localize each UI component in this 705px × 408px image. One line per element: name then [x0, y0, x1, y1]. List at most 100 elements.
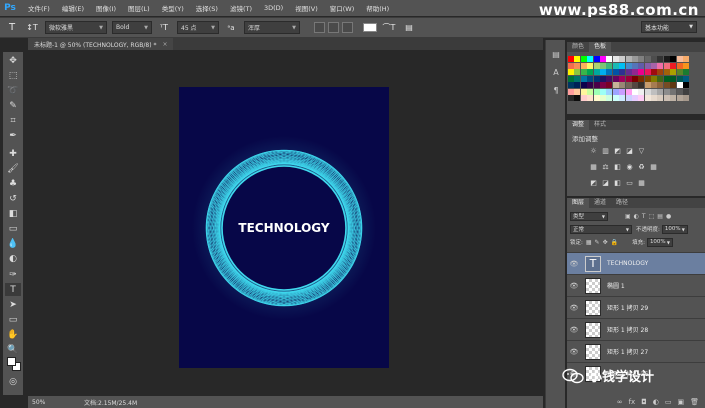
move-tool-icon[interactable]: ✥ — [5, 54, 21, 67]
color-swatch[interactable] — [670, 82, 677, 89]
layer-row[interactable]: 👁 T TECHNOLOGY — [567, 252, 705, 274]
color-swatch[interactable] — [606, 69, 613, 76]
fx-icon[interactable]: fx — [629, 398, 636, 406]
zoom-level[interactable]: 50% — [32, 399, 56, 406]
lock-position-icon[interactable]: ✥ — [603, 239, 608, 246]
type-tool-icon[interactable]: T — [4, 20, 20, 36]
color-swatch[interactable] — [676, 75, 683, 82]
color-swatch[interactable] — [606, 88, 613, 95]
color-swatch[interactable] — [587, 88, 594, 95]
color-swatch[interactable] — [574, 75, 581, 82]
color-swatch[interactable] — [612, 95, 619, 102]
color-swatch[interactable] — [657, 62, 664, 69]
tab-color[interactable]: 颜色 — [567, 42, 589, 52]
layer-row[interactable]: 👁 矩形 1 拷贝 28 — [567, 318, 705, 340]
color-swatch[interactable] — [606, 56, 613, 62]
color-swatch[interactable] — [651, 69, 658, 76]
color-swatch[interactable] — [670, 62, 677, 69]
color-swatch[interactable] — [625, 69, 632, 76]
foreground-background-colors[interactable] — [7, 357, 21, 371]
color-swatch[interactable] — [663, 69, 670, 76]
tab-channels[interactable]: 通道 — [589, 198, 611, 208]
tab-swatches[interactable]: 色板 — [589, 42, 612, 52]
color-swatch[interactable] — [651, 62, 658, 69]
dodge-tool-icon[interactable]: ◐ — [5, 252, 21, 265]
menu-window[interactable]: 窗口(W) — [324, 3, 361, 13]
new-layer-icon[interactable]: ▣ — [677, 398, 684, 406]
color-swatch[interactable] — [568, 62, 574, 69]
color-swatch[interactable] — [644, 56, 651, 62]
channel-mixer-icon[interactable]: ♻ — [637, 162, 646, 171]
color-swatch[interactable] — [651, 75, 658, 82]
color-swatch[interactable] — [619, 95, 626, 102]
color-swatch[interactable] — [599, 95, 606, 102]
menu-select[interactable]: 选择(S) — [190, 3, 224, 13]
color-swatch[interactable] — [638, 69, 645, 76]
color-swatch[interactable] — [683, 62, 690, 69]
color-swatch[interactable] — [670, 69, 677, 76]
color-swatch[interactable] — [663, 88, 670, 95]
color-swatch[interactable] — [683, 75, 690, 82]
filter-kind-select[interactable]: 类型 ▼ — [570, 211, 608, 221]
color-swatch[interactable] — [663, 75, 670, 82]
color-swatch[interactable] — [663, 82, 670, 89]
type-tool-icon[interactable]: T — [5, 283, 21, 296]
color-swatch[interactable] — [670, 95, 677, 102]
color-swatch[interactable] — [683, 69, 690, 76]
color-swatch[interactable] — [644, 69, 651, 76]
color-swatch[interactable] — [619, 62, 626, 69]
color-swatch[interactable] — [574, 95, 581, 102]
color-swatch[interactable] — [657, 82, 664, 89]
curves-icon[interactable]: ◩ — [613, 146, 622, 155]
color-swatch[interactable] — [644, 62, 651, 69]
font-size-select[interactable]: 45 点 ▼ — [177, 21, 219, 34]
color-swatch[interactable] — [631, 75, 638, 82]
text-orientation-icon[interactable]: ↕T — [24, 20, 40, 36]
color-swatch[interactable] — [638, 75, 645, 82]
color-swatch[interactable] — [587, 82, 594, 89]
color-swatch[interactable] — [593, 82, 600, 89]
fill-field[interactable]: 100% ▼ — [646, 237, 673, 247]
font-family-select[interactable]: 微软雅黑 ▼ — [45, 21, 107, 34]
color-swatch[interactable] — [670, 88, 677, 95]
align-right-button[interactable] — [342, 22, 353, 33]
layer-row[interactable]: 👁 椭圆 1 — [567, 274, 705, 296]
color-swatch[interactable] — [599, 62, 606, 69]
color-swatch[interactable] — [612, 88, 619, 95]
color-swatch[interactable] — [599, 56, 606, 62]
color-swatch[interactable] — [580, 75, 587, 82]
swatch-grid[interactable] — [568, 56, 690, 106]
lasso-tool-icon[interactable]: ➰ — [5, 84, 21, 97]
color-swatch[interactable] — [587, 62, 594, 69]
color-swatch[interactable] — [574, 62, 581, 69]
levels-icon[interactable]: ▥ — [601, 146, 610, 155]
workspace-select[interactable]: 基本功能 ▼ — [641, 21, 697, 33]
color-swatch[interactable] — [651, 88, 658, 95]
visibility-eye-icon[interactable]: 👁 — [567, 260, 581, 268]
color-swatch[interactable] — [606, 82, 613, 89]
warp-text-icon[interactable]: ⌒T — [381, 20, 397, 36]
align-left-button[interactable] — [314, 22, 325, 33]
color-swatch[interactable] — [625, 95, 632, 102]
color-swatch[interactable] — [638, 56, 645, 62]
hue-saturation-icon[interactable]: ▦ — [589, 162, 598, 171]
color-swatch[interactable] — [631, 56, 638, 62]
marquee-tool-icon[interactable]: ⬚ — [5, 69, 21, 82]
posterize-icon[interactable]: ◪ — [601, 178, 610, 187]
menu-file[interactable]: 文件(F) — [22, 3, 56, 13]
color-swatch[interactable] — [670, 56, 677, 62]
blend-mode-select[interactable]: 正常 ▼ — [570, 224, 632, 234]
color-swatch[interactable] — [593, 88, 600, 95]
lock-all-icon[interactable]: 🔒 — [611, 239, 618, 246]
color-swatch[interactable] — [631, 88, 638, 95]
color-swatch[interactable] — [568, 75, 574, 82]
color-balance-icon[interactable]: ⚖ — [601, 162, 610, 171]
color-swatch[interactable] — [631, 95, 638, 102]
color-swatch[interactable] — [676, 95, 683, 102]
color-swatch[interactable] — [619, 56, 626, 62]
color-swatch[interactable] — [619, 88, 626, 95]
foreground-color-swatch[interactable] — [7, 357, 16, 366]
color-swatch[interactable] — [619, 75, 626, 82]
color-swatch[interactable] — [657, 88, 664, 95]
artboard[interactable]: TECHNOLOGY — [179, 87, 389, 368]
